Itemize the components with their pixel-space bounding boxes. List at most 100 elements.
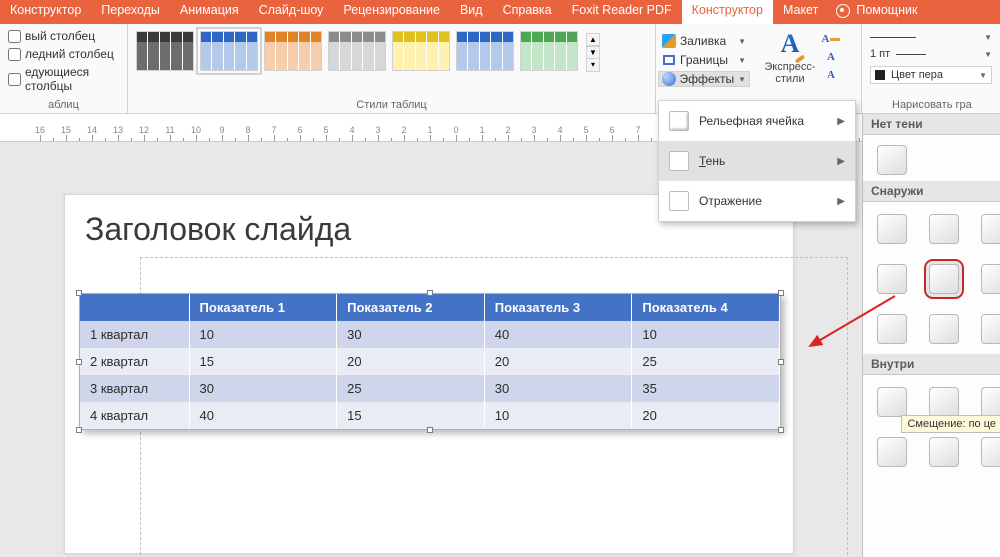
shadow-preset-i6[interactable] <box>981 437 1000 467</box>
pen-weight-value[interactable]: 1 пт <box>870 48 890 60</box>
resize-handle[interactable] <box>778 290 784 296</box>
table-cell[interactable]: 20 <box>337 348 485 375</box>
table-cell[interactable]: 10 <box>189 321 337 348</box>
table-row[interactable]: 4 квартал40151020 <box>80 402 780 429</box>
resize-handle[interactable] <box>778 427 784 433</box>
style-thumb-6[interactable] <box>456 31 514 71</box>
shadow-preset-o1[interactable] <box>877 214 907 244</box>
ruler-label: 0 <box>453 125 458 135</box>
table-row[interactable]: 1 квартал10304010 <box>80 321 780 348</box>
shadow-preset-o6[interactable] <box>981 264 1000 294</box>
style-thumb-7[interactable] <box>520 31 578 71</box>
table-cell[interactable]: 20 <box>632 402 780 429</box>
table-cell-label[interactable]: 3 квартал <box>80 375 189 402</box>
ruler-label: 5 <box>323 125 328 135</box>
shadow-preset-i4[interactable] <box>877 437 907 467</box>
shadow-preset-o9[interactable] <box>981 314 1000 344</box>
resize-handle[interactable] <box>76 290 82 296</box>
resize-handle[interactable] <box>76 359 82 365</box>
style-thumb-2[interactable] <box>200 31 258 71</box>
table-cell[interactable]: 10 <box>632 321 780 348</box>
resize-handle[interactable] <box>76 427 82 433</box>
slide-table[interactable]: Показатель 1Показатель 2Показатель 3Пока… <box>80 294 780 429</box>
tab-view[interactable]: Вид <box>450 0 493 24</box>
shadow-preset-i1[interactable] <box>877 387 907 417</box>
effects-label: Эффекты <box>680 72 735 86</box>
shadow-preset-o5[interactable] <box>929 264 959 294</box>
shadow-preset-o4[interactable] <box>877 264 907 294</box>
table-cell-label[interactable]: 4 квартал <box>80 402 189 429</box>
resize-handle[interactable] <box>778 359 784 365</box>
borders-dropdown[interactable]: Границы▼ <box>658 52 750 68</box>
table-cell[interactable]: 15 <box>337 402 485 429</box>
shadow-preset-i5[interactable] <box>929 437 959 467</box>
menu-item-shadow[interactable]: Тень ▶ <box>659 141 855 181</box>
resize-handle[interactable] <box>427 290 433 296</box>
shadow-preset-none[interactable] <box>877 145 907 175</box>
helper-text[interactable]: Помощник <box>854 0 927 24</box>
fill-dropdown[interactable]: Заливка▼ <box>658 33 750 49</box>
shadow-preset-o2[interactable] <box>929 214 959 244</box>
style-thumb-4[interactable] <box>328 31 386 71</box>
menu-item-reflection-label: Отражение <box>699 194 762 208</box>
shadow-preset-o7[interactable] <box>877 314 907 344</box>
ribbon-tabstrip: Конструктор Переходы Анимация Слайд-шоу … <box>0 0 1000 24</box>
resize-handle[interactable] <box>427 427 433 433</box>
style-thumb-5[interactable] <box>392 31 450 71</box>
pen-color-swatch <box>875 70 885 80</box>
table-cell[interactable]: 25 <box>632 348 780 375</box>
table-cell[interactable]: 30 <box>337 321 485 348</box>
gallery-more-button[interactable]: ▾ <box>586 59 600 72</box>
shadow-preset-i3[interactable] <box>981 387 1000 417</box>
text-fill-button[interactable]: A <box>820 31 842 47</box>
gallery-down-button[interactable]: ▼ <box>586 46 600 59</box>
gallery-group-label: Стили таблиц <box>128 99 655 111</box>
shadow-preset-o8[interactable] <box>929 314 959 344</box>
tab-konstruktor-active[interactable]: Конструктор <box>682 0 773 24</box>
shadow-preset-o3[interactable] <box>981 214 1000 244</box>
pen-color-dropdown[interactable]: Цвет пера▼ <box>870 66 992 84</box>
tab-layout[interactable]: Макет <box>773 0 828 24</box>
table-cell-label[interactable]: 2 квартал <box>80 348 189 375</box>
tab-help[interactable]: Справка <box>493 0 562 24</box>
chk-first-column[interactable] <box>8 30 21 43</box>
effects-dropdown[interactable]: Эффекты▼ <box>658 71 750 87</box>
table-cell[interactable]: 10 <box>484 402 632 429</box>
table-cell[interactable]: 15 <box>189 348 337 375</box>
table-cell-label[interactable]: 1 квартал <box>80 321 189 348</box>
table-cell[interactable]: 20 <box>484 348 632 375</box>
menu-item-bevel[interactable]: Рельефная ячейка ▶ <box>659 101 855 141</box>
text-effects-button[interactable]: A <box>820 67 842 83</box>
tab-slideshow[interactable]: Слайд-шоу <box>249 0 334 24</box>
table-selection[interactable]: Показатель 1Показатель 2Показатель 3Пока… <box>79 293 781 430</box>
express-styles-button[interactable]: A Экспресс-стили <box>760 27 820 111</box>
chk-banded-columns[interactable] <box>8 73 21 86</box>
shadow-preset-i2[interactable] <box>929 387 959 417</box>
table-cell[interactable]: 30 <box>484 375 632 402</box>
table-cell[interactable]: 35 <box>632 375 780 402</box>
tab-animatsiya[interactable]: Анимация <box>170 0 249 24</box>
chk-last-column[interactable] <box>8 48 21 61</box>
table-cell[interactable]: 40 <box>484 321 632 348</box>
chevron-right-icon: ▶ <box>837 156 845 167</box>
table-header[interactable]: Показатель 1 <box>189 294 337 321</box>
tab-perehody[interactable]: Переходы <box>91 0 170 24</box>
style-thumb-3[interactable] <box>264 31 322 71</box>
tab-konstruktor-1[interactable]: Конструктор <box>0 0 91 24</box>
table-cell[interactable]: 25 <box>337 375 485 402</box>
table-cell[interactable]: 30 <box>189 375 337 402</box>
table-row[interactable]: 3 квартал30253035 <box>80 375 780 402</box>
gallery-up-button[interactable]: ▲ <box>586 33 600 46</box>
menu-item-reflection[interactable]: Отражение ▶ <box>659 181 855 221</box>
table-header[interactable]: Показатель 2 <box>337 294 485 321</box>
table-cell[interactable]: 40 <box>189 402 337 429</box>
style-thumb-1[interactable] <box>136 31 194 71</box>
table-row[interactable]: 2 квартал15202025 <box>80 348 780 375</box>
table-header-blank[interactable] <box>80 294 189 321</box>
slide[interactable]: Заголовок слайда Показатель 1Показатель … <box>64 194 794 554</box>
table-header[interactable]: Показатель 3 <box>484 294 632 321</box>
table-header[interactable]: Показатель 4 <box>632 294 780 321</box>
text-outline-button[interactable]: A <box>820 49 842 65</box>
tab-review[interactable]: Рецензирование <box>333 0 450 24</box>
tab-foxit[interactable]: Foxit Reader PDF <box>562 0 682 24</box>
